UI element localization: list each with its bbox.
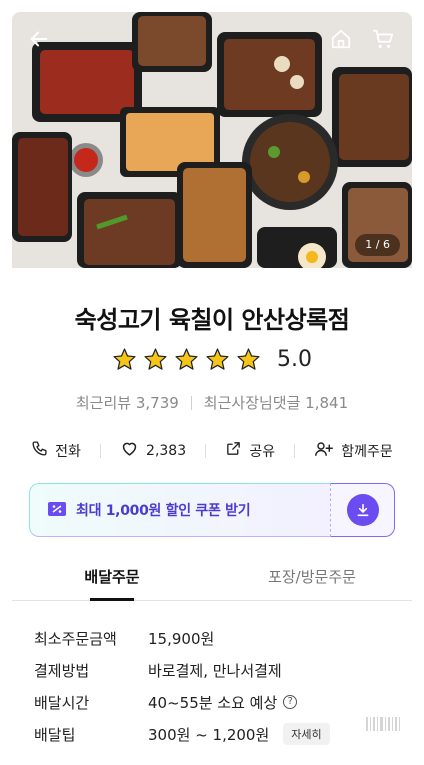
call-button[interactable]: 전화 <box>25 436 87 465</box>
delivery-tip-row: 배달팁 300원 ~ 1,200원 자세히 <box>34 718 394 750</box>
coupon-text: 최대 1,000원 할인 쿠폰 받기 <box>76 503 251 519</box>
divider <box>294 443 296 458</box>
star-icon <box>113 348 136 370</box>
min-order-label: 최소주문금액 <box>34 629 117 648</box>
store-name: 숙성고기 육칠이 안산상록점 <box>74 306 350 334</box>
star-icon <box>175 348 198 370</box>
coupon-download-button[interactable] <box>331 483 395 537</box>
hero-image[interactable]: 1 / 6 <box>12 12 412 268</box>
share-label: 공유 <box>249 443 276 460</box>
action-bar: 전화 2,383 공유 함께주문 <box>12 435 412 466</box>
arrow-left-icon <box>28 28 50 50</box>
tab-delivery[interactable]: 배달주문 <box>12 562 212 601</box>
call-label: 전화 <box>55 443 81 460</box>
star-icon <box>237 348 260 370</box>
divider <box>99 443 101 458</box>
share-icon <box>225 440 242 461</box>
group-order-icon <box>314 440 334 462</box>
cart-button[interactable] <box>366 22 400 56</box>
divider <box>205 443 207 458</box>
delivery-time-value-wrap: 40~55분 소요 예상 ? <box>148 692 298 713</box>
rating-value: 5.0 <box>277 347 312 372</box>
help-icon[interactable]: ? <box>283 695 298 709</box>
favorite-count: 2,383 <box>146 442 187 459</box>
delivery-time-value: 40~55분 소요 예상 <box>148 693 278 712</box>
group-order-label: 함께주문 <box>341 443 393 460</box>
image-page-counter: 1 / 6 <box>355 234 400 256</box>
back-button[interactable] <box>22 22 56 56</box>
rating-row: 5.0 <box>12 347 412 372</box>
phone-icon <box>31 440 48 461</box>
owner-replies-link[interactable]: 최근사장님댓글 1,841 <box>204 392 348 413</box>
heart-icon <box>120 439 139 462</box>
min-order-row: 최소주문금액 15,900원 <box>34 622 394 654</box>
barcode-mark <box>366 717 400 731</box>
share-button[interactable]: 공유 <box>219 436 281 465</box>
min-order-value: 15,900원 <box>148 629 215 648</box>
group-order-button[interactable]: 함께주문 <box>308 436 399 466</box>
coupon-icon <box>48 501 66 520</box>
delivery-time-row: 배달시간 40~55분 소요 예상 ? <box>34 686 394 718</box>
star-icon <box>144 348 167 370</box>
store-page: 1 / 6 숙성고기 육칠이 안산상록점 5.0 최근리뷰 3,739 최근사장… <box>12 12 412 757</box>
divider <box>190 395 192 410</box>
recent-reviews-link[interactable]: 최근리뷰 3,739 <box>76 392 179 413</box>
home-button[interactable] <box>324 22 358 56</box>
delivery-tip-detail-button[interactable]: 자세히 <box>283 723 330 745</box>
review-stats: 최근리뷰 3,739 최근사장님댓글 1,841 <box>12 392 412 413</box>
tab-takeout[interactable]: 포장/방문주문 <box>212 562 412 600</box>
delivery-time-label: 배달시간 <box>34 693 90 712</box>
delivery-info: 최소주문금액 15,900원 결제방법 바로결제, 만나서결제 배달시간 40~… <box>34 622 394 750</box>
delivery-tip-value: 300원 ~ 1,200원 <box>148 725 270 744</box>
coupon-main[interactable]: 최대 1,000원 할인 쿠폰 받기 <box>29 483 330 537</box>
payment-label: 결제방법 <box>34 661 90 680</box>
favorite-button[interactable]: 2,383 <box>114 435 192 466</box>
cart-icon <box>372 28 394 50</box>
payment-row: 결제방법 바로결제, 만나서결제 <box>34 654 394 686</box>
home-icon <box>330 28 352 50</box>
order-type-tabs: 배달주문 포장/방문주문 <box>12 562 412 601</box>
star-icon <box>206 348 229 370</box>
delivery-tip-value-wrap: 300원 ~ 1,200원 자세히 <box>148 723 330 745</box>
delivery-tip-label: 배달팁 <box>34 725 76 744</box>
payment-value: 바로결제, 만나서결제 <box>148 661 282 680</box>
coupon-banner[interactable]: 최대 1,000원 할인 쿠폰 받기 <box>29 483 395 537</box>
download-icon <box>346 494 379 526</box>
